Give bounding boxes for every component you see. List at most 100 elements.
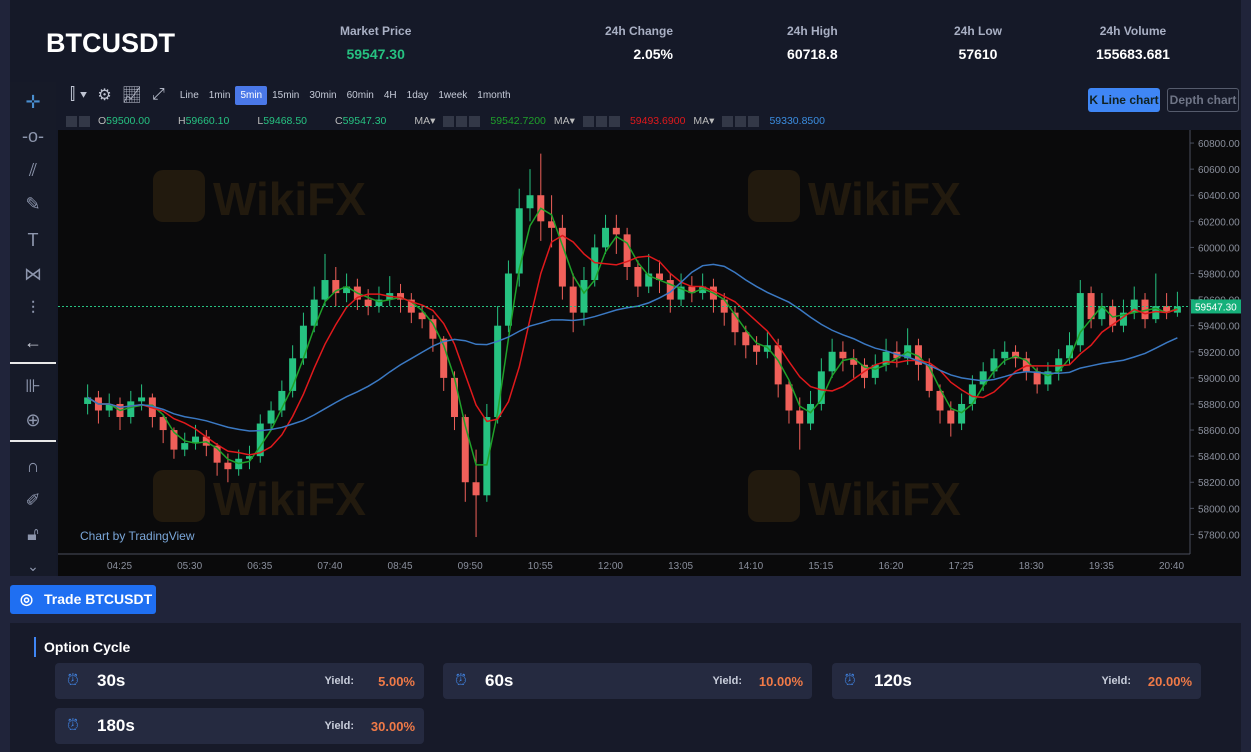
y-tick-label: 57800.00 — [1198, 530, 1240, 541]
x-tick-label: 12:00 — [598, 561, 623, 572]
y-tick-label: 60000.00 — [1198, 243, 1240, 254]
candle-body — [504, 273, 512, 326]
candle-body — [267, 410, 275, 424]
pattern-icon[interactable]: ⋈ — [20, 262, 46, 286]
market-header: BTCUSDT Market Price 59547.30 24h Change 2… — [10, 0, 1241, 78]
zoom-in-icon[interactable]: ⊕ — [20, 408, 46, 432]
eye-icon[interactable] — [66, 115, 77, 127]
interval-15min[interactable]: 15min — [267, 86, 304, 105]
candle-body — [796, 410, 804, 424]
y-tick-label: 58000.00 — [1198, 504, 1240, 515]
fullscreen-icon[interactable]: ⤢ — [152, 86, 165, 104]
candle-body — [1001, 351, 1009, 359]
stat-24h-change: 24h Change 2.05% — [605, 24, 674, 62]
kline-chart-button[interactable]: K Line chart — [1088, 88, 1160, 112]
x-tick-label: 17:25 — [949, 561, 974, 572]
stat-24h-low: 24h Low 57610 — [954, 24, 1003, 62]
x-tick-label: 06:35 — [247, 561, 272, 572]
interval-1week[interactable]: 1week — [433, 86, 472, 105]
x-tick-label: 15:15 — [808, 561, 833, 572]
interval-1day[interactable]: 1day — [402, 86, 434, 105]
x-tick-label: 10:55 — [528, 561, 553, 572]
tradingview-attribution: Chart by TradingView — [80, 529, 195, 543]
x-tick-label: 20:40 — [1159, 561, 1184, 572]
candle-body — [450, 377, 458, 418]
y-tick-label: 58600.00 — [1198, 426, 1240, 437]
brush-icon[interactable]: ✎ — [20, 192, 46, 216]
magnet-icon[interactable]: ∩ — [20, 454, 46, 478]
candle-type-icon[interactable]: ⫿ ▾ — [70, 86, 87, 104]
gear-icon[interactable] — [79, 115, 90, 127]
last-price-label: 59547.30 — [1195, 302, 1237, 313]
interval-60min[interactable]: 60min — [342, 86, 379, 105]
interval-4h[interactable]: 4H — [379, 86, 402, 105]
option-card-60s[interactable]: ⏰︎ 60s Yield: 10.00% — [443, 663, 812, 699]
crosshair-icon[interactable]: ✛ — [20, 90, 46, 114]
ma-dropdown[interactable]: MA▾ — [693, 115, 714, 127]
text-icon[interactable]: T — [20, 228, 46, 252]
trend-lines-icon[interactable]: ⫽ — [20, 158, 46, 182]
candle-body — [958, 403, 966, 424]
watermark-logo: WikiFX — [213, 473, 366, 525]
interval-line[interactable]: Line — [175, 86, 204, 105]
candle-body — [602, 227, 610, 248]
y-tick-label: 59200.00 — [1198, 348, 1240, 359]
horizontal-line-icon[interactable]: -o- — [20, 124, 46, 148]
candle-body — [634, 266, 642, 287]
x-tick-label: 19:35 — [1089, 561, 1114, 572]
y-tick-label: 60400.00 — [1198, 191, 1240, 202]
x-tick-label: 04:25 — [107, 561, 132, 572]
interval-5min[interactable]: 5min — [235, 85, 268, 105]
measure-icon[interactable]: ⊪ — [20, 374, 46, 398]
ma-dropdown[interactable]: MA▾ — [414, 115, 435, 127]
candle-body — [1033, 371, 1041, 385]
interval-30min[interactable]: 30min — [304, 86, 341, 105]
candle-body — [828, 351, 836, 372]
x-tick-label: 07:40 — [317, 561, 342, 572]
arrow-left-icon[interactable]: ← — [20, 330, 46, 354]
x-tick-label: 18:30 — [1019, 561, 1044, 572]
candle-body — [526, 195, 534, 209]
interval-1min[interactable]: 1min — [204, 86, 236, 105]
alarm-icon: ⏰︎ — [844, 672, 856, 689]
watermark-icon — [153, 470, 205, 522]
candle-body — [321, 280, 329, 300]
candle-body — [224, 462, 232, 470]
candle-body — [181, 443, 189, 450]
indicators-icon[interactable]: 📈︎ — [122, 85, 142, 105]
unlock-icon[interactable]: 🔓︎ — [20, 522, 46, 546]
gear-icon[interactable]: ⚙ — [97, 85, 111, 105]
watermark-icon — [748, 470, 800, 522]
watermark-logo: WikiFX — [808, 173, 961, 225]
y-tick-label: 58800.00 — [1198, 400, 1240, 411]
ma1-value: 59542.7200 — [490, 115, 546, 127]
lock-drawing-icon[interactable]: ✐ — [20, 488, 46, 512]
x-tick-label: 08:45 — [388, 561, 413, 572]
option-card-30s[interactable]: ⏰︎ 30s Yield: 5.00% — [55, 663, 424, 699]
depth-chart-button[interactable]: Depth chart — [1167, 88, 1239, 112]
chevron-down-icon[interactable]: ⌄ — [20, 554, 46, 578]
watermark-icon — [153, 170, 205, 222]
chart-panel: ✛ -o- ⫽ ✎ T ⋈ ⫶ ← ⊪ ⊕ ∩ ✐ 🔓︎ ⌄ ⫿ ▾ ⚙ 📈︎ … — [10, 78, 1241, 576]
y-tick-label: 60600.00 — [1198, 165, 1240, 176]
option-card-120s[interactable]: ⏰︎ 120s Yield: 20.00% — [832, 663, 1201, 699]
x-tick-label: 16:20 — [878, 561, 903, 572]
interval-1month[interactable]: 1month — [472, 86, 515, 105]
candle-body — [612, 227, 620, 235]
candle-body — [127, 401, 135, 418]
ma-dropdown[interactable]: MA▾ — [554, 115, 575, 127]
stat-market-price: Market Price 59547.30 — [340, 24, 412, 62]
y-tick-label: 58400.00 — [1198, 452, 1240, 463]
drawing-toolbar: ✛ -o- ⫽ ✎ T ⋈ ⫶ ← ⊪ ⊕ ∩ ✐ 🔓︎ ⌄ — [10, 82, 56, 576]
symbol-title: BTCUSDT — [46, 28, 175, 58]
candlestick-chart[interactable]: WikiFX WikiFX WikiFX WikiFX 60800.00 60600.00… — [58, 130, 1241, 576]
alarm-icon: ⏰︎ — [455, 672, 467, 689]
y-tick-label: 59000.00 — [1198, 374, 1240, 385]
x-tick-label: 13:05 — [668, 561, 693, 572]
ma2-value: 59493.6900 — [629, 115, 686, 127]
option-card-180s[interactable]: ⏰︎ 180s Yield: 30.00% — [55, 708, 424, 744]
watermark-logo: WikiFX — [808, 473, 961, 525]
candle-body — [947, 410, 955, 424]
trade-button[interactable]: ◎ Trade BTCUSDT — [10, 585, 156, 614]
fib-icon[interactable]: ⫶ — [20, 296, 46, 320]
